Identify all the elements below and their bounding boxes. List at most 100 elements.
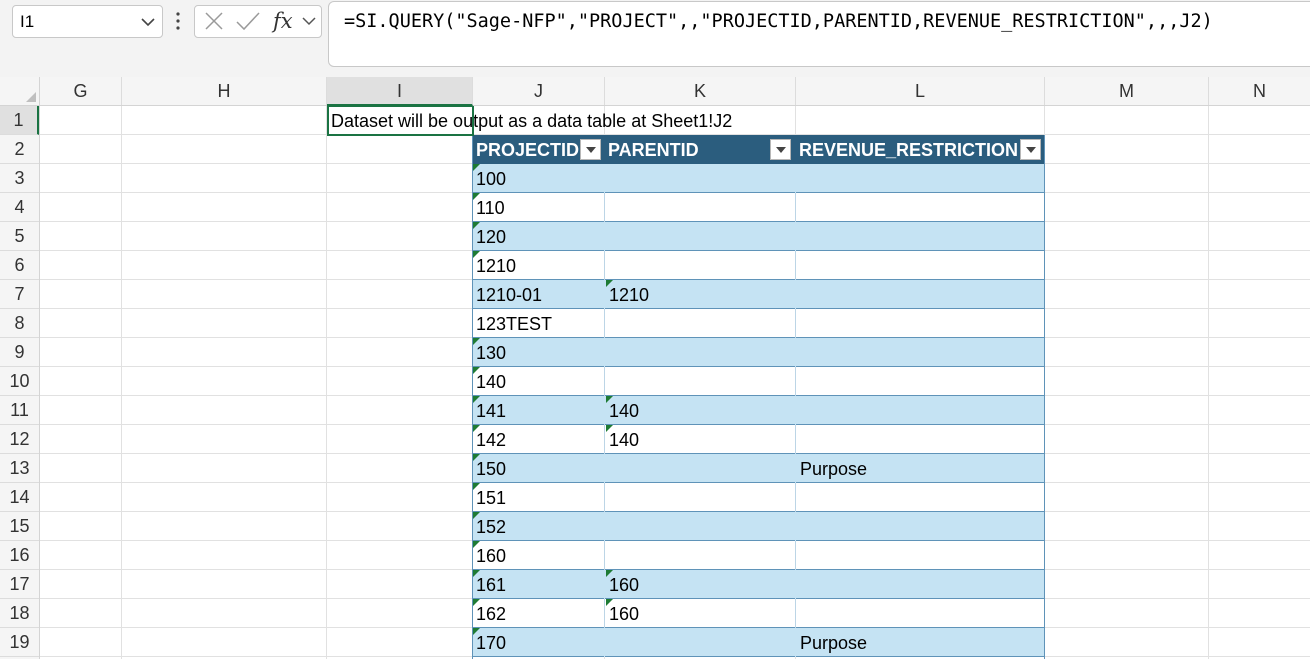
cell-value: 170 [476,633,507,653]
row-header[interactable]: 17 [0,570,39,599]
select-all-button[interactable] [0,77,40,105]
cell-parentid[interactable] [604,164,795,193]
chevron-down-icon[interactable] [141,16,155,28]
cell-projectid[interactable]: 123TEST [472,309,604,338]
row-header[interactable]: 2 [0,135,39,164]
fx-icon[interactable]: fx [273,6,299,37]
row-header[interactable]: 7 [0,280,39,309]
filter-dropdown-button[interactable] [1020,139,1041,160]
cell-revenue-restriction[interactable] [795,251,1044,280]
cell-projectid[interactable]: 151 [472,483,604,512]
cell-projectid[interactable]: 142 [472,425,604,454]
cancel-icon[interactable] [203,6,225,37]
cell-projectid[interactable]: 110 [472,193,604,222]
cell-projectid[interactable]: 141 [472,396,604,425]
column-header-g[interactable]: G [40,77,122,105]
cell-revenue-restriction[interactable] [795,425,1044,454]
cell-parentid[interactable] [604,338,795,367]
enter-icon[interactable] [235,6,261,37]
cell-revenue-restriction[interactable] [795,222,1044,251]
cell-revenue-restriction[interactable] [795,309,1044,338]
cell-parentid[interactable] [604,222,795,251]
cell-revenue-restriction[interactable]: Purpose [795,628,1044,657]
cell-parentid[interactable] [604,367,795,396]
row-header[interactable]: 4 [0,193,39,222]
cell-parentid[interactable] [604,541,795,570]
column-header-i[interactable]: I [327,77,473,106]
cell-value: 110 [476,198,505,218]
cell-revenue-restriction[interactable] [795,570,1044,599]
row-header[interactable]: 15 [0,512,39,541]
table-row: 130 [472,338,1045,367]
cell-parentid[interactable] [604,309,795,338]
formula-input[interactable]: =SI.QUERY("Sage-NFP","PROJECT",,"PROJECT… [328,1,1310,67]
cell-revenue-restriction[interactable] [795,541,1044,570]
row-header[interactable]: 5 [0,222,39,251]
cell-parentid[interactable]: 160 [604,599,795,628]
row-header[interactable]: 10 [0,367,39,396]
column-header-l[interactable]: L [796,77,1045,105]
filter-dropdown-button[interactable] [770,139,791,160]
table-header-parentid[interactable]: PARENTID [604,135,795,164]
column-header-n[interactable]: N [1209,77,1310,105]
name-box[interactable]: I1 [12,5,163,38]
cell-projectid[interactable]: 1210-01 [472,280,604,309]
table-header-revenue-restriction[interactable]: REVENUE_RESTRICTION [795,135,1044,164]
cell-projectid[interactable]: 150 [472,454,604,483]
cell-parentid[interactable]: 140 [604,396,795,425]
cell-projectid[interactable]: 162 [472,599,604,628]
chevron-down-icon[interactable] [301,6,317,37]
row-header[interactable]: 8 [0,309,39,338]
cell-projectid[interactable]: 130 [472,338,604,367]
cell-parentid[interactable] [604,193,795,222]
cell-parentid[interactable]: 160 [604,570,795,599]
cell-revenue-restriction[interactable] [795,483,1044,512]
cell-revenue-restriction[interactable] [795,599,1044,628]
cell-projectid[interactable]: 1210 [472,251,604,280]
cell-projectid[interactable]: 161 [472,570,604,599]
cell-parentid[interactable] [604,512,795,541]
more-options-icon[interactable] [172,8,184,34]
cell-revenue-restriction[interactable] [795,512,1044,541]
row-header[interactable]: 3 [0,164,39,193]
cell-revenue-restriction[interactable] [795,396,1044,425]
cell-value: 150 [476,459,507,479]
cell-parentid[interactable] [604,628,795,657]
row-header[interactable]: 12 [0,425,39,454]
row-header[interactable]: 1 [0,106,39,135]
cell-projectid[interactable]: 100 [472,164,604,193]
row-header[interactable]: 14 [0,483,39,512]
cell-revenue-restriction[interactable] [795,280,1044,309]
row-header[interactable]: 11 [0,396,39,425]
cell-i1-message[interactable]: Dataset will be output as a data table a… [330,106,732,135]
row-header[interactable]: 6 [0,251,39,280]
cell-projectid[interactable]: 152 [472,512,604,541]
cell-parentid[interactable]: 140 [604,425,795,454]
cell-parentid[interactable] [604,454,795,483]
cell-revenue-restriction[interactable] [795,367,1044,396]
row-header[interactable]: 19 [0,628,39,657]
cell-revenue-restriction[interactable] [795,338,1044,367]
column-header-k[interactable]: K [605,77,796,105]
cell-parentid[interactable] [604,483,795,512]
column-header-h[interactable]: H [122,77,327,105]
cell-parentid[interactable] [604,251,795,280]
row-header[interactable]: 9 [0,338,39,367]
cell-parentid[interactable]: 1210 [604,280,795,309]
row-header[interactable]: 18 [0,599,39,628]
cell-revenue-restriction[interactable] [795,193,1044,222]
cell-projectid[interactable]: 120 [472,222,604,251]
number-as-text-indicator-icon [606,280,613,287]
cell-projectid[interactable]: 170 [472,628,604,657]
column-header-j[interactable]: J [473,77,605,105]
cell-value: 123TEST [476,314,553,334]
cell-revenue-restriction[interactable]: Purpose [795,454,1044,483]
cell-projectid[interactable]: 160 [472,541,604,570]
cell-projectid[interactable]: 140 [472,367,604,396]
row-header[interactable]: 13 [0,454,39,483]
worksheet-grid[interactable]: Dataset will be output as a data table a… [40,106,1310,659]
column-header-m[interactable]: M [1045,77,1209,105]
row-header[interactable]: 16 [0,541,39,570]
cell-revenue-restriction[interactable] [795,164,1044,193]
filter-dropdown-button[interactable] [580,139,601,160]
